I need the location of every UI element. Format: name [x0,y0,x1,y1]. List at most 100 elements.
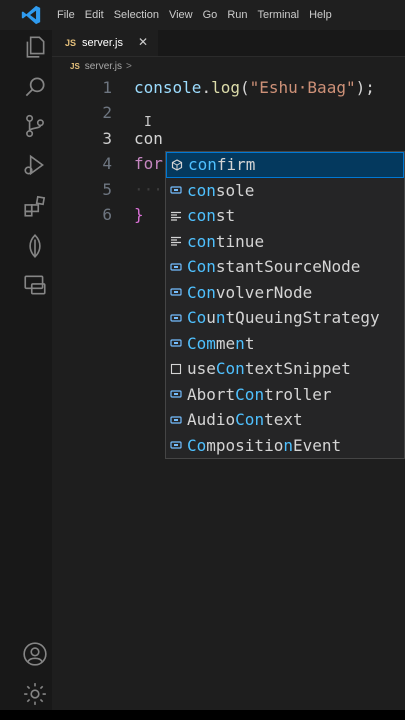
match-highlight: con [188,155,217,175]
menu-edit[interactable]: Edit [85,9,104,21]
vscode-logo-icon [21,5,41,25]
js-file-icon: JS [65,38,77,48]
code-line: } [134,205,144,224]
vscode-window: File Edit Selection View Go Run Terminal… [0,0,405,720]
suggestion-item[interactable]: Con stantSourceNode [166,254,404,280]
suggestion-item[interactable]: Com me n t [166,331,404,357]
suggestion-text: tinue [215,231,265,251]
suggestion-item[interactable]: con firm [166,152,404,178]
code-token: log [211,78,240,97]
js-file-icon: JS [70,61,80,71]
source-control-icon[interactable] [22,113,48,139]
match-highlight: Com [187,333,216,353]
suggestion-text: mpositio [206,435,284,455]
suggestion-item[interactable]: Audio Con text [166,407,404,433]
match-highlight: Con [187,282,216,302]
suggestion-item[interactable]: Abort Con troller [166,382,404,408]
variable-icon [169,336,183,350]
leaf-icon[interactable] [22,233,48,259]
search-icon[interactable] [22,74,48,100]
keyword-icon [169,234,183,248]
suggestion-text: me [215,333,236,353]
suggestion-text: Event [292,435,342,455]
suggestion-item[interactable]: Co mpositio n Event [166,433,404,459]
settings-gear-icon[interactable] [22,681,48,707]
line-number: 2 [102,103,112,122]
suggestion-text: u [206,308,216,328]
suggestion-text: Abort [187,384,236,404]
menu-view[interactable]: View [169,9,193,21]
suggestion-text: volverNode [215,282,313,302]
suggestion-item[interactable]: con sole [166,178,404,204]
match-highlight: Co [187,435,207,455]
method-icon [170,158,184,172]
variable-icon [169,260,183,274]
suggestion-item[interactable]: Con volverNode [166,280,404,306]
suggestion-item[interactable]: Co u n tQueuingStrategy [166,305,404,331]
suggestion-item[interactable]: con st [166,203,404,229]
explorer-icon[interactable] [22,34,48,60]
close-icon[interactable]: ✕ [138,35,148,49]
bottom-edge [0,710,405,720]
menu-selection[interactable]: Selection [114,9,159,21]
code-token: con [134,129,163,148]
variable-icon [169,311,183,325]
account-icon[interactable] [22,641,48,667]
line-number: 5 [102,180,112,199]
breadcrumb-file[interactable]: server.js [85,61,122,72]
menu-go[interactable]: Go [203,9,218,21]
match-highlight: n [215,308,226,328]
menu-terminal[interactable]: Terminal [258,9,300,21]
variable-icon [169,183,183,197]
line-number: 4 [102,154,112,173]
match-highlight: Co [187,308,207,328]
suggestion-text: troller [264,384,332,404]
snippet-icon [169,362,183,376]
suggestion-text: sole [215,180,255,200]
suggestion-text: Audio [187,410,236,430]
suggestion-text: use [187,359,216,379]
variable-icon [169,285,183,299]
title-bar: File Edit Selection View Go Run Terminal… [0,0,405,30]
code-token: ); [355,78,375,97]
mouse-ibeam-cursor: I [144,115,152,130]
match-highlight: Con [235,384,265,404]
code-token: "Eshu·Baag" [249,78,356,97]
suggestion-widget: con firm con sole con st con tinue Con stantSourc… [165,151,405,459]
menu-run[interactable]: Run [227,9,247,21]
remote-explorer-icon[interactable] [22,272,48,298]
tab-label: server.js [82,37,123,49]
suggestion-item[interactable]: con tinue [166,229,404,255]
suggestion-text: tQueuingStrategy [225,308,380,328]
keyword-icon [169,209,183,223]
run-debug-icon[interactable] [22,152,48,178]
suggestion-item[interactable]: use Con textSnippet [166,356,404,382]
variable-icon [169,387,183,401]
variable-icon [169,413,183,427]
suggestion-text: t [244,333,255,353]
code-token: } [134,205,144,224]
variable-icon [169,438,183,452]
extensions-icon[interactable] [22,193,48,219]
menu-file[interactable]: File [57,9,75,21]
line-number: 1 [102,78,112,97]
menu-help[interactable]: Help [309,9,332,21]
suggestion-text: stantSourceNode [215,257,361,277]
suggestion-text: st [215,206,236,226]
match-highlight: Con [215,359,245,379]
code-token: for [134,154,163,173]
code-line: con [134,129,163,148]
breadcrumb: JS server.js > [70,58,132,74]
code-line: for [134,154,163,173]
suggestion-text: firm [216,155,256,175]
suggestion-text: textSnippet [244,359,351,379]
tab-server-js[interactable]: JS server.js ✕ [52,30,158,56]
match-highlight: Con [187,257,216,277]
match-highlight: con [187,231,216,251]
line-number: 6 [102,205,112,224]
match-highlight: con [187,206,216,226]
code-line: console.log("Eshu·Baag"); [134,78,375,97]
match-highlight: con [187,180,216,200]
match-highlight: Con [235,410,265,430]
breadcrumb-separator: > [126,60,132,72]
